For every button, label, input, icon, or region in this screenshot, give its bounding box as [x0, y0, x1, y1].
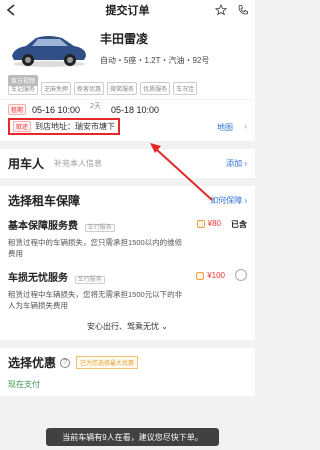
driver-subtitle: 补充本人信息 — [54, 159, 103, 168]
worry-free-badge: 车行服务 — [74, 276, 105, 284]
car-spec: 自动・5座・1.2T・汽油・92号 — [100, 56, 210, 65]
basic-protection-item: 基本保障服务费 车行服务 ¥80 已含 租赁过程中的车辆损失，您只需承担1500… — [8, 217, 247, 259]
basic-protection-desc: 租赁过程中的车辆损失，您只需承担1500以内的维修费用 — [8, 238, 183, 258]
worry-free-item[interactable]: 车损无忧服务 车行服务 ¥100 租赁过程中车辆损失，您将无需承担1500元以下… — [8, 269, 247, 311]
promo-badge: 已为您选择最大优惠 — [76, 356, 139, 369]
pickup-address-box[interactable]: 取还 到店地址：瑞安市塘下 — [8, 118, 121, 135]
coupon-title: 选择优惠 — [8, 356, 57, 370]
pickup-date: 05-16 10:00 — [32, 104, 81, 115]
map-link[interactable]: 地图 — [217, 122, 233, 133]
coupon-section: 选择优惠 ? 已为您选择最大优惠 现在支付 — [0, 348, 255, 396]
star-icon[interactable] — [215, 4, 227, 16]
pickup-address: 到店地址：瑞安市塘下 — [35, 122, 116, 131]
protection-footer[interactable]: 安心出行、驾乘无忧 ⌄ — [8, 321, 247, 332]
service-tags: 车记服务 芝麻免押 新客优惠 微笑服务 优质服务 车况佳 — [8, 82, 247, 95]
add-driver-link[interactable]: 添加 › — [226, 158, 247, 169]
car-name: 丰田雷凌 — [100, 32, 149, 46]
rental-days: 2天 — [90, 102, 101, 110]
service-tag: 新客优惠 — [74, 82, 105, 95]
how-protect-link[interactable]: 如何保障 › — [210, 195, 247, 206]
worry-free-radio[interactable] — [235, 269, 247, 281]
protection-title: 选择租车保障 — [8, 194, 81, 208]
basic-protection-title: 基本保障服务费 — [8, 221, 78, 232]
return-date: 05-18 10:00 — [110, 104, 160, 115]
basic-protection-price: ¥80 — [196, 219, 221, 228]
help-icon[interactable]: ? — [60, 357, 71, 368]
service-tag: 优质服务 — [140, 82, 171, 95]
service-tag: 芝麻免押 — [41, 82, 72, 95]
worry-free-title: 车损无忧服务 — [8, 273, 68, 284]
checkbox-icon — [196, 271, 205, 280]
pay-now-text: 现在支付 — [8, 380, 40, 389]
worry-free-desc: 租赁过程中车辆损失，您将无需承担1500元以下的非人为车辆损失费用 — [8, 290, 183, 310]
car-image: 官方视频 — [8, 26, 90, 86]
service-tag: 车况佳 — [173, 82, 198, 95]
back-arrow-icon[interactable] — [6, 4, 16, 16]
basic-protection-status: 已含 — [231, 220, 247, 229]
phone-icon[interactable] — [237, 4, 249, 16]
car-card: 官方视频 丰田雷凌 自动・5座・1.2T・汽油・92号 车记服务 芝麻免押 新客… — [0, 20, 255, 99]
rental-period[interactable]: 租期 05-16 10:00 2天 05-18 10:00 取还 到店地址：瑞安… — [0, 99, 255, 141]
basic-protection-badge: 车行服务 — [84, 224, 115, 232]
period-label: 租期 — [8, 104, 27, 115]
chevron-right-icon[interactable]: › — [244, 121, 247, 131]
video-badge: 官方视频 — [8, 75, 39, 86]
header-bar: 提交订单 — [0, 0, 255, 20]
worry-free-price: ¥100 — [196, 271, 225, 280]
toast-message: 当前车辆有9人在看，建议您尽快下单。 — [46, 428, 219, 446]
protection-section: 选择租车保障 如何保障 › 基本保障服务费 车行服务 ¥80 已含 租赁过程中的… — [0, 186, 255, 340]
checkbox-icon — [196, 219, 205, 228]
driver-section[interactable]: 用车人 补充本人信息 添加 › — [0, 149, 255, 178]
service-tag: 微笑服务 — [107, 82, 138, 95]
driver-title: 用车人 — [8, 157, 45, 171]
pickup-return-label: 取还 — [13, 121, 32, 132]
